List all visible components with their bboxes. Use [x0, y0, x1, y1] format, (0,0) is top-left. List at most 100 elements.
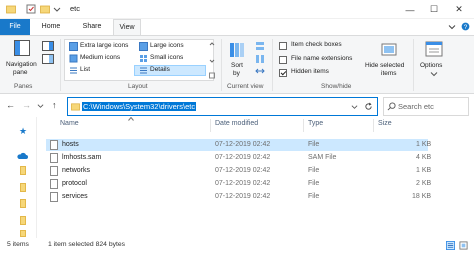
column-header-name[interactable]: Name — [60, 120, 79, 127]
large-icons-view-toggle-icon[interactable] — [459, 241, 468, 250]
maximize-button[interactable]: ☐ — [422, 0, 446, 19]
item-count: 5 items — [7, 241, 29, 248]
navigation-pane-icon[interactable] — [14, 40, 30, 56]
sort-indicator-icon — [128, 117, 134, 121]
folder-icon[interactable] — [20, 230, 26, 237]
column-divider[interactable] — [210, 119, 211, 132]
address-row: ← → ↑ C:\Windows\System32\drivers\etc Se… — [0, 95, 474, 117]
close-button[interactable]: ✕ — [447, 0, 471, 19]
file-icon — [50, 192, 58, 202]
expand-ribbon-icon[interactable] — [448, 23, 456, 31]
status-bar: 5 items 1 item selected 824 bytes — [0, 238, 474, 254]
file-date: 07-12-2019 02:42 — [215, 141, 271, 148]
quick-access-star-icon[interactable]: ★ — [19, 126, 27, 137]
file-type: File — [308, 141, 320, 148]
column-divider[interactable] — [303, 119, 304, 132]
folder-icon[interactable] — [20, 199, 26, 208]
column-divider[interactable] — [373, 119, 374, 132]
details-view-toggle-icon[interactable] — [446, 241, 455, 250]
column-header-size[interactable]: Size — [378, 120, 392, 127]
folder-icon[interactable] — [20, 216, 26, 225]
file-size: 1 KB — [416, 167, 432, 174]
list-view-icon — [70, 67, 77, 74]
options-icon[interactable] — [425, 41, 443, 57]
layout-scroll-icon[interactable] — [209, 40, 215, 80]
hide-selected-items-button[interactable]: Hide selected — [365, 62, 404, 69]
file-type: SAM File — [308, 154, 337, 161]
separator — [221, 39, 222, 91]
file-date: 07-12-2019 02:42 — [215, 154, 271, 161]
file-size: 2 KB — [416, 180, 432, 187]
small-icons-option[interactable]: Small icons — [150, 54, 183, 61]
tab-share[interactable]: Share — [74, 19, 110, 35]
selection-info: 1 item selected 824 bytes — [48, 241, 126, 248]
address-dropdown-icon[interactable] — [351, 104, 358, 110]
separator — [60, 39, 61, 91]
hide-selected-items-icon[interactable] — [381, 41, 397, 57]
address-bar[interactable]: C:\Windows\System32\drivers\etc — [67, 97, 378, 116]
tab-file[interactable]: File — [0, 19, 30, 35]
search-box[interactable]: Search etc — [383, 97, 469, 116]
pane-divider[interactable] — [36, 117, 37, 238]
options-button[interactable]: Options — [420, 62, 442, 69]
details-option[interactable]: Details — [150, 66, 170, 73]
show-hide-group-label: Show/hide — [321, 83, 352, 90]
onedrive-cloud-icon[interactable] — [16, 152, 28, 160]
table-row[interactable]: services 07-12-2019 02:42 File 18 KB — [46, 191, 431, 203]
file-date: 07-12-2019 02:42 — [215, 193, 271, 200]
medium-icons-option[interactable]: Medium icons — [80, 54, 120, 61]
add-columns-icon[interactable] — [255, 54, 265, 64]
hidden-items-label: Hidden items — [291, 68, 329, 75]
address-path-text[interactable]: C:\Windows\System32\drivers\etc — [82, 102, 197, 111]
column-header-type[interactable]: Type — [308, 120, 323, 127]
sort-by-button[interactable]: Sort — [231, 62, 243, 69]
column-header-date-modified[interactable]: Date modified — [215, 120, 258, 127]
large-icons-option[interactable]: Large icons — [150, 42, 184, 49]
title-bar: etc — ☐ ✕ — [0, 0, 474, 19]
list-option[interactable]: List — [80, 66, 90, 73]
folder-icon — [71, 103, 80, 111]
up-arrow-icon[interactable]: ↑ — [52, 100, 57, 110]
properties-icon[interactable] — [26, 4, 36, 14]
recent-locations-chevron-icon[interactable] — [37, 103, 44, 109]
group-by-icon[interactable] — [255, 41, 265, 51]
file-name: services — [62, 193, 88, 200]
tab-home[interactable]: Home — [34, 19, 68, 35]
sort-by-icon[interactable] — [229, 42, 245, 58]
file-size: 4 KB — [416, 154, 432, 161]
back-arrow-icon[interactable]: ← — [6, 100, 15, 110]
svg-text:?: ? — [464, 24, 468, 31]
quick-access-dropdown-icon[interactable] — [53, 4, 61, 14]
refresh-icon[interactable] — [364, 102, 373, 111]
search-icon — [387, 102, 396, 111]
details-view-icon — [140, 67, 147, 74]
large-icons-icon — [139, 42, 148, 51]
size-columns-icon[interactable] — [255, 66, 265, 76]
navigation-pane-button[interactable]: Navigation — [6, 61, 37, 68]
hidden-items-checkbox[interactable] — [279, 69, 287, 77]
forward-arrow-icon[interactable]: → — [22, 100, 31, 110]
new-folder-icon[interactable] — [40, 4, 50, 14]
window-title: etc — [70, 4, 81, 13]
help-icon[interactable]: ? — [461, 22, 470, 31]
file-size: 1 KB — [416, 141, 432, 148]
options-dropdown-icon[interactable] — [430, 71, 438, 77]
item-check-boxes-checkbox[interactable] — [279, 42, 287, 50]
file-name-extensions-checkbox[interactable] — [279, 56, 287, 64]
preview-pane-icon[interactable] — [42, 41, 54, 51]
folder-icon[interactable] — [20, 183, 26, 192]
file-name: networks — [62, 167, 91, 174]
table-row[interactable]: protocol 07-12-2019 02:42 File 2 KB — [46, 178, 432, 190]
details-pane-icon[interactable] — [42, 54, 54, 64]
folder-icon[interactable] — [20, 166, 26, 175]
extra-large-icons-icon — [69, 42, 78, 51]
sort-by-label-2: by — [233, 70, 240, 77]
table-row[interactable]: lmhosts.sam 07-12-2019 02:42 SAM File 4 … — [46, 152, 432, 164]
folder-icon[interactable] — [6, 4, 16, 14]
tab-view[interactable]: View — [113, 19, 141, 35]
table-row[interactable]: networks 07-12-2019 02:42 File 1 KB — [46, 165, 432, 177]
table-row[interactable]: hosts 07-12-2019 02:42 File 1 KB — [46, 139, 432, 151]
extra-large-icons-option[interactable]: Extra large icons — [80, 42, 128, 49]
minimize-button[interactable]: — — [398, 0, 422, 19]
current-view-group-label: Current view — [227, 83, 264, 90]
